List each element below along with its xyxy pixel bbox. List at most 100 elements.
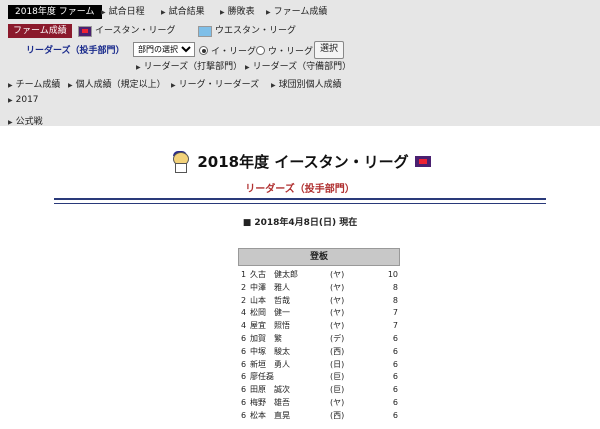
eastern-flag-icon	[414, 155, 431, 167]
radio-western[interactable]: ウ・リーグ	[256, 44, 313, 57]
team-individual-stats-link[interactable]: ▶ 球団別個人成績	[271, 77, 342, 90]
rank-cell: 6	[241, 359, 247, 369]
table-row: 6 中塚 駿太 (西) 6	[238, 346, 398, 359]
arrow-icon: ▶	[220, 9, 225, 16]
arrow-icon: ▶	[8, 82, 13, 89]
team-cell: (ヤ)	[330, 295, 345, 305]
radio-eastern[interactable]: イ・リーグ	[199, 44, 256, 57]
arrow-icon: ▶	[266, 9, 271, 16]
table-row: 6 松本 直晃 (西) 6	[238, 410, 398, 423]
rank-cell: 6	[241, 372, 247, 382]
team-cell: (ヤ)	[330, 321, 345, 331]
team-cell: (ヤ)	[330, 308, 345, 318]
player-name: 中塚 駿太	[250, 346, 290, 356]
page-title: 2018年度 イースタン・リーグ	[0, 150, 600, 173]
farm-stats-tab[interactable]: ファーム成績	[8, 24, 72, 38]
table-row: 4 松岡 健一 (ヤ) 7	[238, 307, 398, 320]
value-cell: 8	[392, 295, 398, 305]
player-name: 久古 健太郎	[250, 270, 298, 279]
select-button[interactable]: 選択	[314, 41, 344, 59]
player-name: 山本 哲哉	[250, 295, 290, 305]
as-of-date: ■ 2018年4月8日(日) 現在	[242, 218, 358, 228]
square-bullet-icon: ■	[242, 218, 255, 228]
standings-link[interactable]: ▶ 勝敗表	[220, 5, 255, 19]
value-cell: 8	[392, 282, 398, 292]
team-cell: (西)	[330, 346, 345, 356]
player-name: 廖任磊	[250, 372, 274, 382]
rank-cell: 6	[241, 385, 247, 395]
western-league-link[interactable]: ウエスタン・リーグ	[198, 24, 296, 38]
value-cell: 6	[392, 372, 398, 382]
leaders-batting-link[interactable]: ▶ リーダーズ（打撃部門）	[136, 59, 242, 72]
individual-stats-link[interactable]: ▶ 個人成績（規定以上）	[68, 77, 166, 90]
table-row: 6 加賀 繁 (デ) 6	[238, 333, 398, 346]
year-farm-tab[interactable]: 2018年度 ファーム	[8, 5, 102, 19]
year-2017-link[interactable]: ▶ 2017	[8, 95, 39, 105]
rank-cell: 6	[241, 410, 247, 420]
rank-cell: 6	[241, 333, 247, 343]
team-cell: (ヤ)	[330, 270, 345, 279]
farm-stats-link[interactable]: ▶ ファーム成績	[266, 5, 327, 19]
rank-cell: 2	[241, 282, 247, 292]
value-cell: 7	[392, 321, 398, 331]
radio-selected-icon	[199, 46, 208, 55]
player-name: 松岡 健一	[250, 308, 290, 318]
table-row: 2 中澤 雅人 (ヤ) 8	[238, 282, 398, 295]
eastern-league-link[interactable]: イースタン・リーグ	[78, 24, 176, 38]
value-cell: 6	[392, 359, 398, 369]
team-stats-link[interactable]: ▶ チーム成績	[8, 77, 60, 90]
table-row: 6 梅野 雄吾 (ヤ) 6	[238, 397, 398, 410]
arrow-icon: ▶	[101, 9, 106, 16]
team-cell: (ヤ)	[330, 282, 345, 292]
arrow-icon: ▶	[171, 82, 176, 89]
value-cell: 6	[392, 397, 398, 407]
leaders-pitching-label: リーダーズ（投手部門）	[26, 46, 125, 56]
leaders-table: 1 久古 健太郎 (ヤ) 10 2 中澤 雅人 (ヤ) 8 2 山本 哲哉 (ヤ) 8 4 松岡 健一 (ヤ…	[238, 269, 398, 423]
rank-cell: 2	[241, 295, 247, 305]
value-cell: 10	[387, 270, 398, 279]
arrow-icon: ▶	[271, 82, 276, 89]
arrow-icon: ▶	[136, 64, 141, 71]
value-cell: 7	[392, 308, 398, 318]
table-row: 6 田原 誠次 (巨) 6	[238, 384, 398, 397]
western-flag-icon	[198, 25, 212, 37]
table-row: 6 新垣 勇人 (日) 6	[238, 359, 398, 372]
player-name: 中澤 雅人	[250, 282, 290, 292]
arrow-icon: ▶	[245, 64, 250, 71]
arrow-icon: ▶	[8, 119, 13, 126]
team-cell: (巨)	[330, 385, 345, 395]
arrow-icon: ▶	[68, 82, 73, 89]
league-leaders-link[interactable]: ▶ リーグ・リーダーズ	[171, 77, 259, 90]
player-name: 屋宜 照悟	[250, 321, 290, 331]
player-name: 田原 誠次	[250, 385, 290, 395]
rank-cell: 4	[241, 321, 247, 331]
leaders-fielding-link[interactable]: ▶ リーダーズ（守備部門）	[245, 59, 351, 72]
top-navigation: 2018年度 ファーム ▶ 試合日程 ▶ 試合結果 ▶ 勝敗表 ▶ ファーム成績 ファー…	[0, 0, 600, 127]
radio-empty-icon	[256, 46, 265, 55]
table-header: 登板	[238, 248, 400, 266]
schedule-link[interactable]: ▶ 試合日程	[101, 5, 145, 19]
table-row: 6 廖任磊 (巨) 6	[238, 371, 398, 384]
results-link[interactable]: ▶ 試合結果	[161, 5, 205, 19]
player-name: 新垣 勇人	[250, 359, 290, 369]
player-name: 加賀 繁	[250, 333, 282, 343]
value-cell: 6	[392, 385, 398, 395]
player-name: 梅野 雄吾	[250, 397, 290, 407]
team-cell: (西)	[330, 410, 345, 420]
value-cell: 6	[392, 333, 398, 343]
rank-cell: 1	[241, 270, 247, 279]
title-divider	[54, 198, 546, 204]
table-row: 4 屋宜 照悟 (ヤ) 7	[238, 320, 398, 333]
team-cell: (ヤ)	[330, 397, 345, 407]
rank-cell: 4	[241, 308, 247, 318]
page-subtitle: リーダーズ（投手部門）	[245, 184, 355, 195]
value-cell: 6	[392, 346, 398, 356]
team-cell: (日)	[330, 359, 345, 369]
player-name: 松本 直晃	[250, 410, 290, 420]
category-select[interactable]: 部門の選択	[133, 42, 195, 57]
table-row: 1 久古 健太郎 (ヤ) 10	[238, 269, 398, 282]
team-cell: (巨)	[330, 372, 345, 382]
rank-cell: 6	[241, 397, 247, 407]
mascot-icon	[169, 150, 191, 173]
arrow-icon: ▶	[8, 97, 13, 104]
